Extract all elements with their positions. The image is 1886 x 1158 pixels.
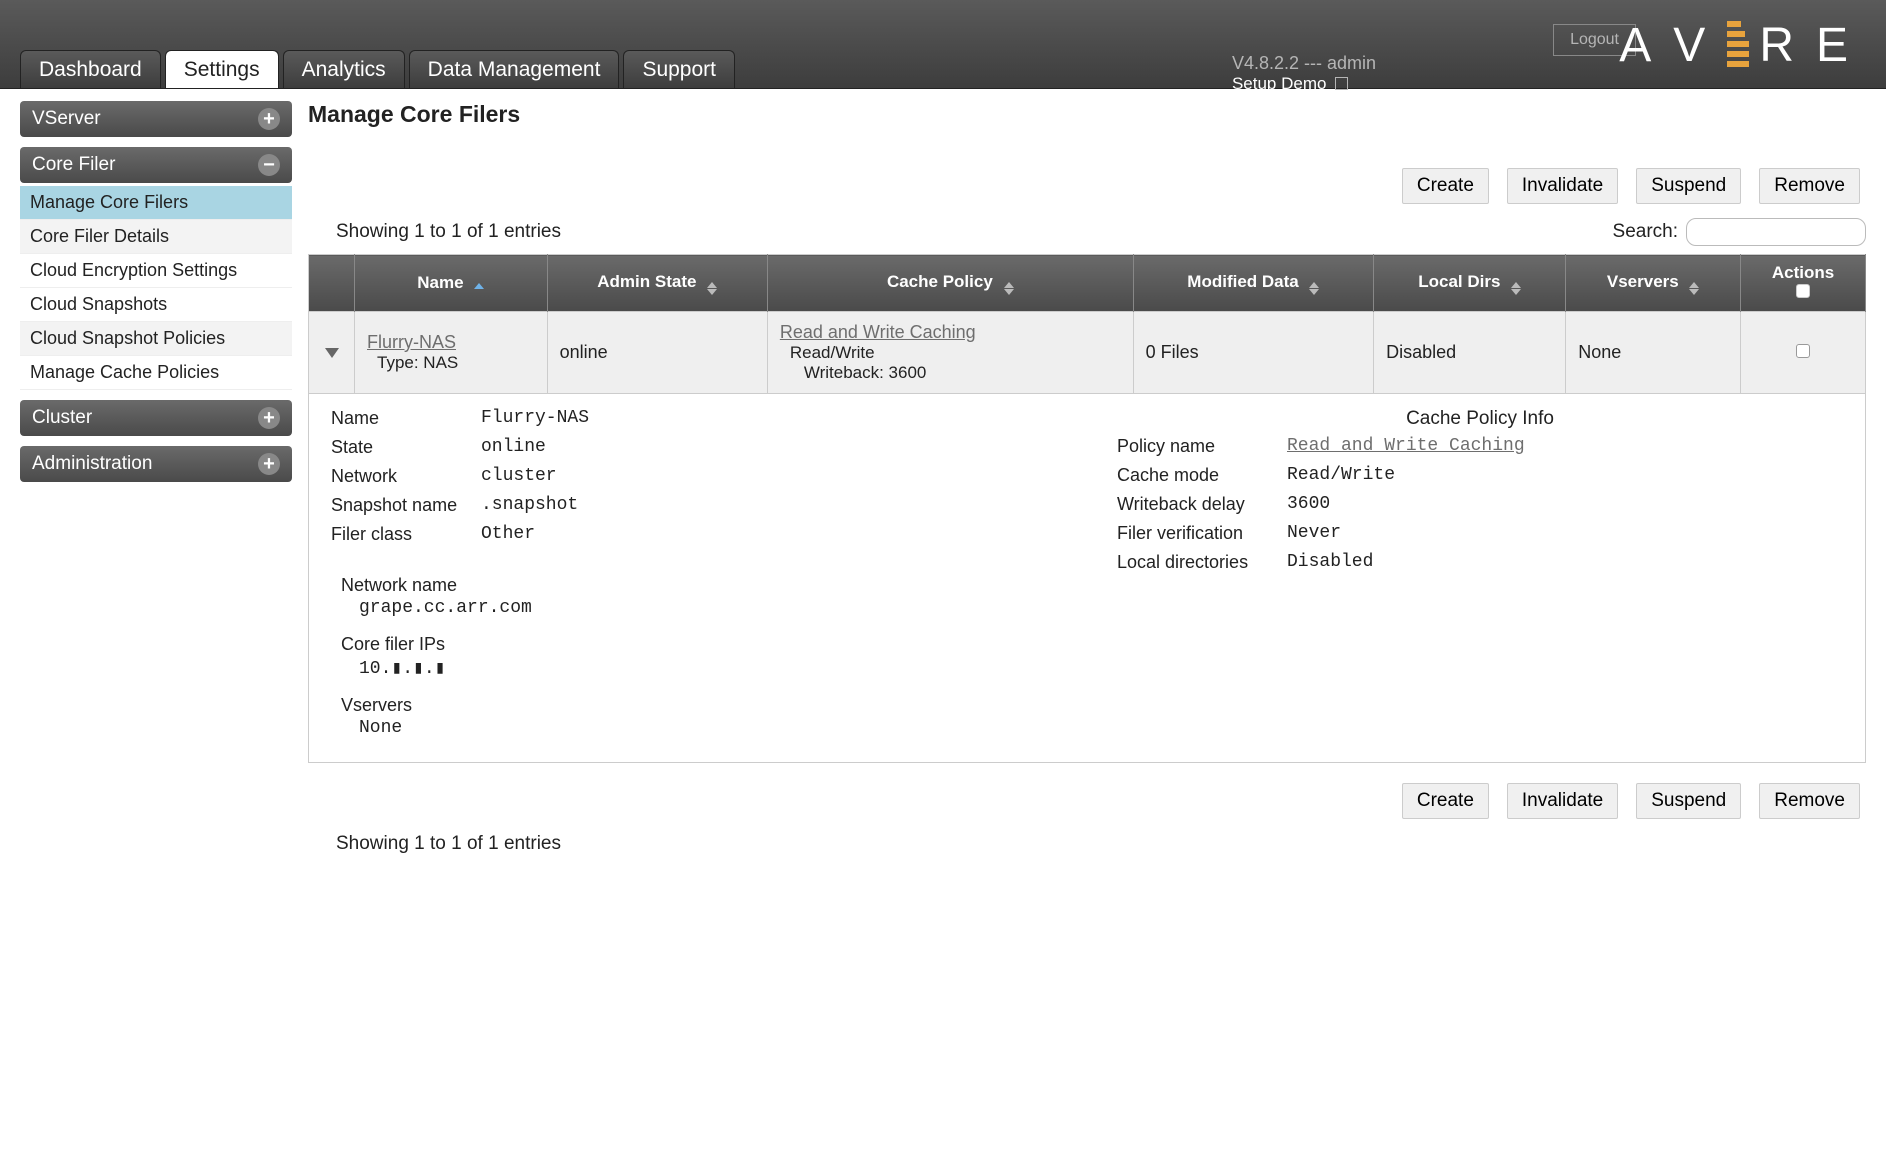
detail-class-label: Filer class [331,524,481,545]
action-row-bottom: Create Invalidate Suspend Remove [308,783,1866,819]
sidebar-item-cloud-encryption[interactable]: Cloud Encryption Settings [20,254,292,288]
sidebar-section-administration[interactable]: Administration + [20,446,292,482]
col-cache-policy[interactable]: Cache Policy [767,255,1133,312]
cache-policy-info-title: Cache Policy Info [1117,408,1843,430]
col-modified-data[interactable]: Modified Data [1133,255,1374,312]
search-label: Search: [1613,221,1678,243]
search-input[interactable] [1686,218,1866,246]
showing-text-top: Showing 1 to 1 of 1 entries [336,221,561,243]
sidebar-item-cloud-snapshot-policies[interactable]: Cloud Snapshot Policies [20,322,292,356]
filer-type: Type: NAS [367,353,535,373]
sort-icon [1004,282,1014,295]
version-text: V4.8.2.2 --- admin [1232,53,1376,74]
cache-policy-link[interactable]: Read and Write Caching [780,322,976,342]
sort-icon [707,282,717,295]
tab-settings[interactable]: Settings [165,50,279,88]
suspend-button-bottom[interactable]: Suspend [1636,783,1741,819]
cache-mode-label: Cache mode [1117,465,1287,486]
sidebar-item-cloud-snapshots[interactable]: Cloud Snapshots [20,288,292,322]
cache-mode-value: Read/Write [1287,465,1395,486]
sort-icon [1689,282,1699,295]
core-filer-ips-label: Core filer IPs [341,634,1057,655]
network-name-value: grape.cc.arr.com [341,598,1057,618]
sidebar-section-core-filer[interactable]: Core Filer − [20,147,292,183]
col-admin-state[interactable]: Admin State [547,255,767,312]
col-local-dirs[interactable]: Local Dirs [1374,255,1566,312]
detail-snapshot-value: .snapshot [481,495,578,516]
create-button-bottom[interactable]: Create [1402,783,1489,819]
version-info: V4.8.2.2 --- admin Setup Demo [1232,53,1376,94]
sidebar: VServer + Core Filer − Manage Core Filer… [20,101,292,855]
detail-vservers-label: Vservers [341,695,1057,716]
sidebar-item-manage-core-filers[interactable]: Manage Core Filers [20,186,292,220]
invalidate-button[interactable]: Invalidate [1507,168,1618,204]
row-select-checkbox[interactable] [1796,344,1810,358]
detail-state-label: State [331,437,481,458]
core-filers-table: Name Admin State Cache Policy Modified D… [308,254,1866,394]
create-button[interactable]: Create [1402,168,1489,204]
logo-e-icon [1727,21,1749,67]
detail-snapshot-label: Snapshot name [331,495,481,516]
col-vservers[interactable]: Vservers [1566,255,1741,312]
plus-icon: + [258,407,280,429]
local-directories-value: Disabled [1287,552,1373,573]
setup-demo-link[interactable]: Setup Demo [1232,74,1376,94]
page-title: Manage Core Filers [308,101,1866,128]
top-bar: Logout V4.8.2.2 --- admin Setup Demo A V… [0,0,1886,89]
sort-icon [1309,282,1319,295]
suspend-button[interactable]: Suspend [1636,168,1741,204]
minus-icon: − [258,154,280,176]
filer-verification-value: Never [1287,523,1341,544]
cache-mode-text: Read/Write [780,343,1121,363]
core-filer-ips-value: 10.▮.▮.▮ [341,657,1057,679]
cell-vservers: None [1566,312,1741,394]
plus-icon: + [258,453,280,475]
detail-class-value: Other [481,524,535,545]
expand-row-toggle[interactable] [325,348,339,358]
detail-vservers-value: None [341,718,1057,738]
filer-verification-label: Filer verification [1117,523,1287,544]
tab-dashboard[interactable]: Dashboard [20,50,161,88]
cell-modified-data: 0 Files [1133,312,1374,394]
detail-name-label: Name [331,408,481,429]
col-expand [309,255,355,312]
detail-network-label: Network [331,466,481,487]
detail-name-value: Flurry-NAS [481,408,589,429]
col-name[interactable]: Name [355,255,548,312]
document-icon [1335,77,1348,90]
cell-admin-state: online [547,312,767,394]
local-directories-label: Local directories [1117,552,1287,573]
sort-icon [474,283,484,289]
select-all-checkbox[interactable] [1796,284,1810,298]
policy-name-link[interactable]: Read and Write Caching [1287,436,1525,457]
writeback-text: Writeback: 3600 [780,363,1121,383]
sidebar-item-core-filer-details[interactable]: Core Filer Details [20,220,292,254]
remove-button[interactable]: Remove [1759,168,1860,204]
main-tabs: Dashboard Settings Analytics Data Manage… [20,50,735,88]
sidebar-section-cluster[interactable]: Cluster + [20,400,292,436]
detail-state-value: online [481,437,546,458]
network-name-label: Network name [341,575,1057,596]
table-row: Flurry-NAS Type: NAS online Read and Wri… [309,312,1866,394]
tab-data-management[interactable]: Data Management [409,50,620,88]
writeback-delay-value: 3600 [1287,494,1330,515]
detail-panel: Name Flurry-NAS State online Network clu… [308,394,1866,763]
plus-icon: + [258,108,280,130]
action-row-top: Create Invalidate Suspend Remove [308,168,1866,204]
filer-name-link[interactable]: Flurry-NAS [367,332,456,352]
tab-support[interactable]: Support [623,50,735,88]
avere-logo: A V R E [1619,18,1860,73]
sort-icon [1511,282,1521,295]
col-actions: Actions [1741,255,1866,312]
tab-analytics[interactable]: Analytics [283,50,405,88]
sidebar-section-vserver[interactable]: VServer + [20,101,292,137]
cell-local-dirs: Disabled [1374,312,1566,394]
remove-button-bottom[interactable]: Remove [1759,783,1860,819]
invalidate-button-bottom[interactable]: Invalidate [1507,783,1618,819]
writeback-delay-label: Writeback delay [1117,494,1287,515]
showing-text-bottom: Showing 1 to 1 of 1 entries [336,833,1866,855]
sidebar-item-manage-cache-policies[interactable]: Manage Cache Policies [20,356,292,390]
policy-name-label: Policy name [1117,436,1287,457]
detail-network-value: cluster [481,466,557,487]
